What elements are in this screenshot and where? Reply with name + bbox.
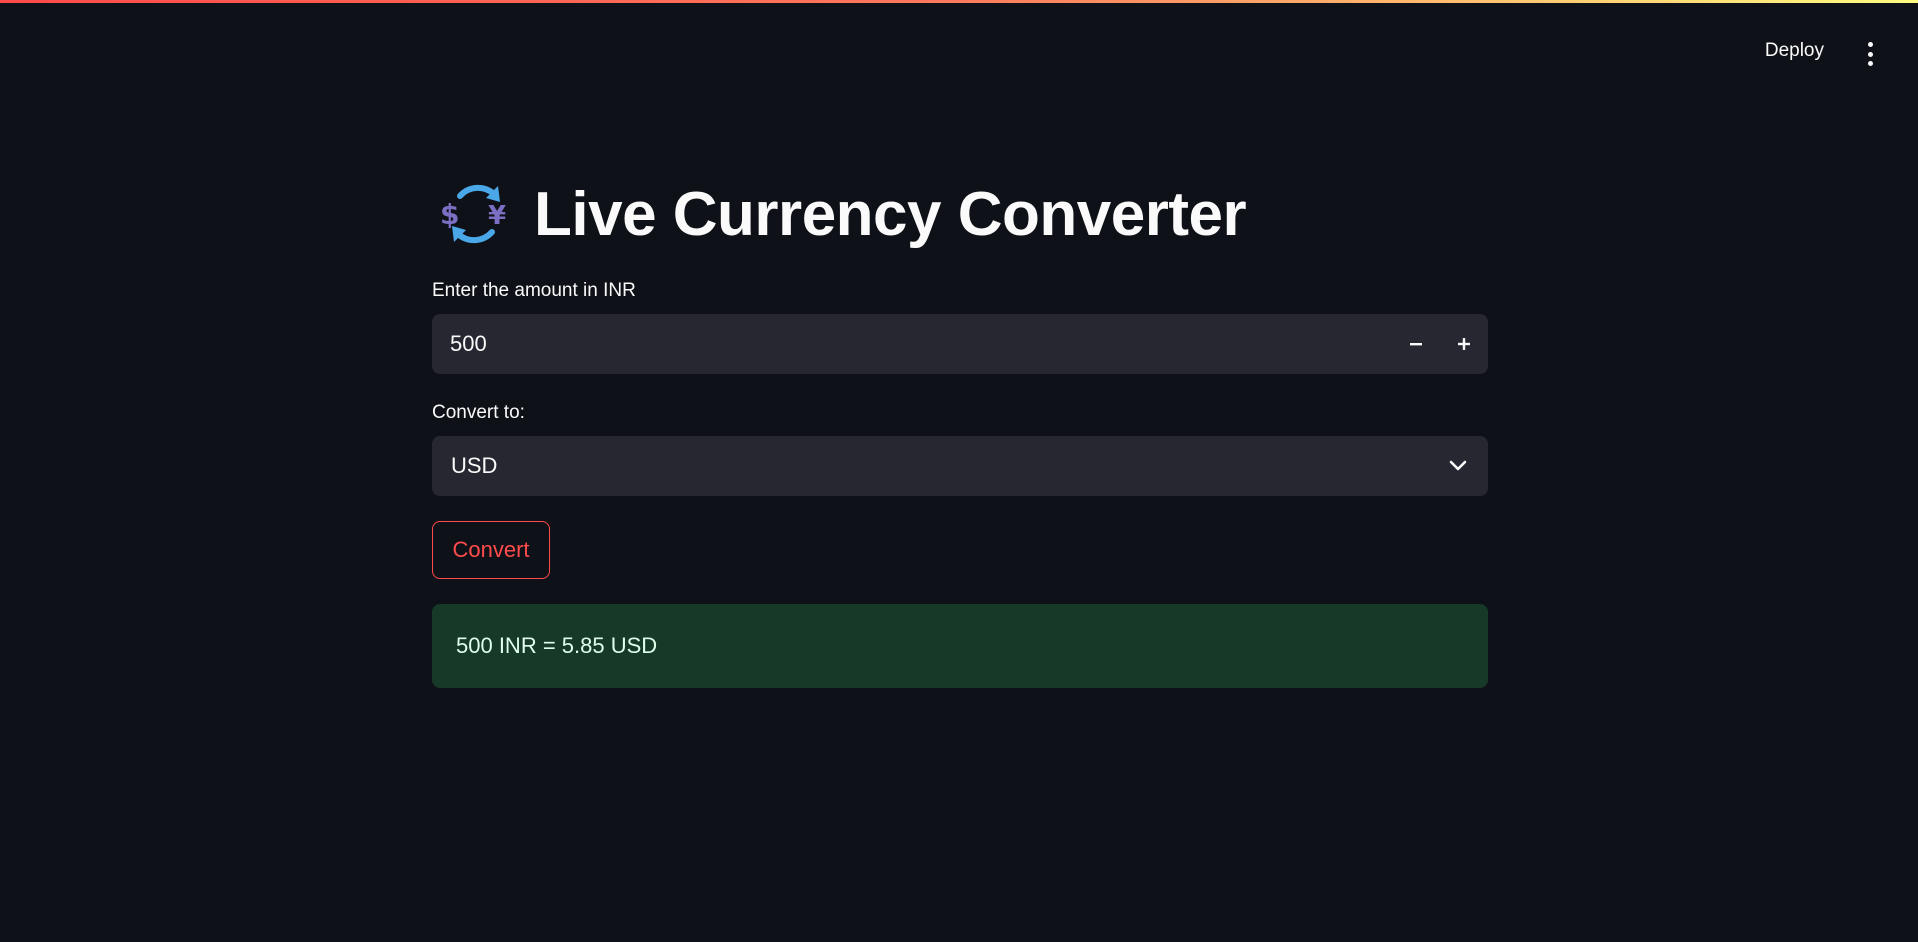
svg-text:¥: ¥ [488, 201, 506, 231]
amount-input[interactable]: 500 [432, 314, 1488, 374]
amount-label: Enter the amount in INR [432, 280, 636, 301]
chevron-down-icon[interactable] [1428, 436, 1488, 496]
more-vertical-icon[interactable] [1858, 42, 1882, 66]
decrement-button[interactable] [1392, 314, 1440, 374]
currency-select-label: Convert to: [432, 402, 525, 423]
svg-text:$: $ [440, 198, 459, 231]
result-alert: 500 INR = 5.85 USD [432, 604, 1488, 688]
currency-select-value: USD [451, 453, 498, 478]
currency-exchange-icon: $ ¥ [440, 184, 506, 244]
currency-select[interactable]: USD [432, 436, 1488, 496]
deploy-button[interactable]: Deploy [1765, 40, 1824, 62]
menu-dot [1867, 61, 1873, 66]
plus-icon [1458, 338, 1470, 350]
menu-dot [1867, 42, 1873, 47]
menu-dot [1867, 51, 1873, 57]
page-title: Live Currency Converter [534, 179, 1247, 249]
convert-button[interactable]: Convert [432, 521, 550, 579]
app-header: Deploy [0, 30, 1918, 76]
top-accent-bar [0, 0, 1918, 3]
result-text: 500 INR = 5.85 USD [456, 633, 658, 658]
title-row: $ ¥ Live Currency Converter [432, 170, 1488, 258]
main-content: $ ¥ Live Currency Converter Enter the am… [432, 170, 1488, 688]
increment-button[interactable] [1440, 314, 1488, 374]
minus-icon [1410, 343, 1422, 346]
amount-value[interactable]: 500 [432, 331, 1392, 357]
